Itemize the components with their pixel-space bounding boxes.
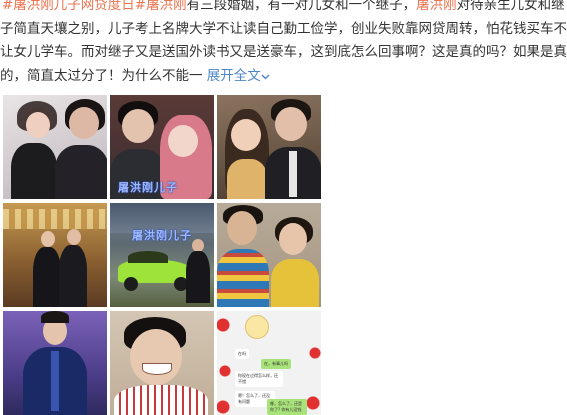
- chat-bubble: 你现在过得怎么样，还不错: [235, 371, 283, 387]
- chat-bubble: 哪，怎么了，还是你了? 你有儿没钱: [267, 399, 307, 415]
- mention-link-2[interactable]: 屠洪刚: [416, 0, 457, 13]
- expand-label: 展开全文: [206, 67, 261, 84]
- photo-4[interactable]: [3, 203, 107, 307]
- photo-1[interactable]: [3, 95, 107, 199]
- photo-3[interactable]: [217, 95, 321, 199]
- mention-link-1[interactable]: 屠洪刚: [146, 0, 187, 13]
- post-text-segment: 的，简直太过分了！为什么不能一: [0, 67, 203, 84]
- watermark: 屠洪刚儿子: [118, 181, 178, 194]
- chat-bubble: 在，有事儿吗: [261, 359, 291, 369]
- post-line-4: 的，简直太过分了！为什么不能一 展开全文: [0, 65, 560, 89]
- photo-6[interactable]: [217, 203, 321, 307]
- watermark: 屠洪刚儿子: [132, 229, 192, 242]
- post-line-3: 让女儿学车。而对继子又是送国外读书又是送豪车，这到底怎么回事啊？这是真的吗？如果…: [0, 44, 567, 60]
- post-text-segment: 对待亲生儿女和继: [456, 0, 565, 13]
- photo-8[interactable]: [110, 311, 214, 415]
- post-line-2: 子简直天壤之别，儿子考上名牌大学不让读自己勤工俭学，创业失败靠网贷周转，怕花钱买…: [0, 20, 567, 37]
- photo-2[interactable]: 屠洪刚儿子: [110, 95, 214, 199]
- post-line-1: #屠洪刚儿子网贷度日#屠洪刚有三段婚姻，有一对儿女和一个继子，屠洪刚对待亲生儿女…: [2, 0, 565, 18]
- hashtag-link[interactable]: #屠洪刚儿子网贷度日#: [2, 0, 146, 13]
- weibo-post-text: #屠洪刚儿子网贷度日#屠洪刚有三段婚姻，有一对儿女和一个继子，屠洪刚对待亲生儿女…: [0, 0, 567, 89]
- expand-full-text-link[interactable]: 展开全文: [207, 68, 271, 84]
- post-text-segment: 有三段婚姻，有一对儿女和一个继子，: [186, 0, 417, 13]
- photo-5[interactable]: 屠洪刚儿子: [110, 203, 214, 307]
- chevron-down-icon: [261, 65, 271, 89]
- chat-bubble: 在吗: [235, 349, 249, 359]
- photo-9-chat-screenshot[interactable]: 在吗 在，有事儿吗 你现在过得怎么样，还不错 嗯！怎么了，还没有问题 哪，怎么了…: [217, 311, 321, 415]
- photo-7[interactable]: [3, 311, 107, 415]
